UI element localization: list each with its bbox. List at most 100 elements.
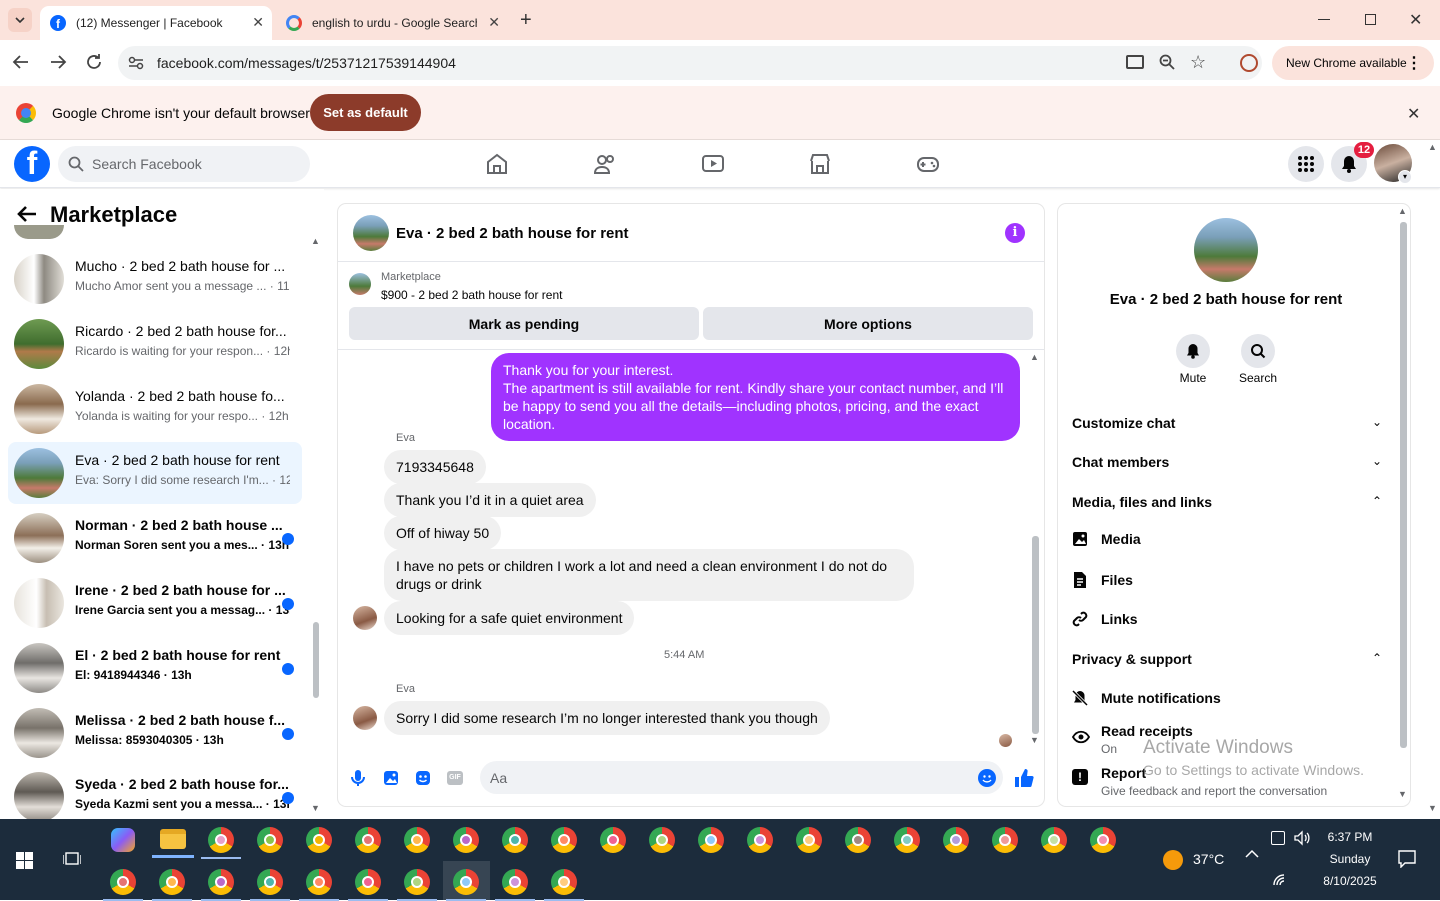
close-tab-icon[interactable]: ✕ — [252, 14, 264, 31]
received-message-bubble[interactable]: 7193345648 — [384, 450, 486, 484]
file-explorer-icon[interactable] — [160, 829, 186, 849]
right-scroll-down[interactable]: ▼ — [1398, 789, 1407, 799]
listing-description[interactable]: $900 - 2 bed 2 bath house for rent — [381, 288, 562, 302]
chat-header-avatar[interactable] — [353, 215, 389, 251]
tab-search-dropdown-icon[interactable] — [8, 8, 32, 32]
chrome-taskbar-icon[interactable] — [992, 827, 1018, 853]
wifi-icon[interactable] — [1272, 873, 1288, 887]
copilot-icon[interactable] — [111, 828, 135, 852]
search-facebook-input[interactable]: Search Facebook — [58, 146, 310, 182]
video-nav-icon[interactable] — [701, 152, 725, 176]
install-app-icon[interactable] — [1126, 55, 1144, 69]
scroll-up-arrow[interactable]: ▲ — [311, 236, 320, 246]
message-input[interactable]: Aa — [480, 761, 1003, 794]
scroll-down-arrow[interactable]: ▼ — [311, 803, 320, 813]
chrome-taskbar-icon[interactable] — [159, 869, 185, 895]
tab-messenger[interactable]: f (12) Messenger | Facebook ✕ — [40, 6, 272, 40]
chrome-taskbar-icon[interactable] — [404, 827, 430, 853]
right-scroll-up[interactable]: ▲ — [1398, 206, 1407, 216]
chrome-taskbar-icon[interactable] — [453, 869, 479, 895]
task-view-icon[interactable] — [63, 852, 81, 867]
chrome-taskbar-icon[interactable] — [208, 827, 234, 853]
media-item[interactable]: Media — [1072, 531, 1141, 547]
close-window-icon[interactable]: ✕ — [1409, 10, 1422, 30]
media-files-links-section[interactable]: Media, files and links — [1072, 494, 1212, 510]
chrome-taskbar-icon[interactable] — [551, 827, 577, 853]
received-message-bubble[interactable]: Thank you I’d it in a quiet area — [384, 483, 596, 517]
gif-icon[interactable]: GIF — [447, 771, 463, 785]
chrome-taskbar-icon[interactable] — [551, 869, 577, 895]
chrome-taskbar-icon[interactable] — [404, 869, 430, 895]
received-message-bubble[interactable]: Sorry I did some research I’m no longer … — [384, 701, 830, 735]
new-chrome-button[interactable]: New Chrome available ⋮ — [1272, 46, 1434, 80]
tray-chevron-up-icon[interactable] — [1245, 849, 1259, 859]
mute-notifications-item[interactable]: Mute notifications — [1072, 690, 1221, 706]
chat-scrollbar-thumb[interactable] — [1032, 536, 1039, 734]
chrome-taskbar-icon[interactable] — [502, 869, 528, 895]
list-item-selected[interactable]: Eva · 2 bed 2 bath house for rent Eva: S… — [8, 442, 302, 504]
conversation-info-icon[interactable]: i — [1005, 223, 1025, 243]
chat-scroll-down[interactable]: ▼ — [1030, 735, 1039, 745]
sticker-icon[interactable] — [415, 770, 431, 786]
chat-scroll-up[interactable]: ▲ — [1030, 352, 1039, 362]
chat-members-section[interactable]: Chat members — [1072, 454, 1169, 470]
sent-message-bubble[interactable]: Thank you for your interest. The apartme… — [491, 353, 1020, 441]
clock-day[interactable]: Sunday — [1300, 852, 1400, 866]
friends-nav-icon[interactable] — [593, 152, 617, 176]
voice-clip-icon[interactable] — [350, 769, 366, 787]
chevron-down-icon[interactable]: ⌄ — [1372, 454, 1382, 468]
chrome-taskbar-icon[interactable] — [355, 869, 381, 895]
new-tab-icon[interactable]: + — [520, 9, 532, 32]
chrome-taskbar-icon[interactable] — [600, 827, 626, 853]
list-item[interactable]: Ricardo · 2 bed 2 bath house for... Rica… — [8, 313, 302, 375]
mute-button[interactable] — [1176, 334, 1210, 368]
list-item[interactable]: Syeda · 2 bed 2 bath house for... Syeda … — [8, 766, 302, 819]
chrome-taskbar-icon[interactable] — [698, 827, 724, 853]
bookmark-star-icon[interactable]: ☆ — [1190, 52, 1206, 73]
received-message-bubble[interactable]: Off of hiway 50 — [384, 516, 502, 550]
back-icon[interactable] — [12, 53, 30, 71]
facebook-logo[interactable]: f — [14, 146, 50, 182]
emoji-icon[interactable] — [978, 769, 996, 787]
omnibox[interactable]: facebook.com/messages/t/2537121753914490… — [118, 46, 1262, 80]
chrome-taskbar-icon[interactable] — [649, 827, 675, 853]
list-item[interactable]: Mucho · 2 bed 2 bath house for ... Mucho… — [8, 248, 302, 310]
chrome-taskbar-icon[interactable] — [257, 869, 283, 895]
mark-as-pending-button[interactable]: Mark as pending — [349, 307, 699, 340]
page-scroll-down[interactable]: ▼ — [1428, 803, 1437, 813]
set-as-default-button[interactable]: Set as default — [310, 94, 421, 131]
chrome-taskbar-icon[interactable] — [453, 827, 479, 853]
left-scrollbar-thumb[interactable] — [313, 622, 319, 698]
received-message-bubble[interactable]: Looking for a safe quiet environment — [384, 601, 635, 635]
files-item[interactable]: Files — [1072, 571, 1133, 589]
details-avatar[interactable] — [1194, 218, 1258, 282]
forward-icon[interactable] — [49, 53, 67, 71]
privacy-support-section[interactable]: Privacy & support — [1072, 651, 1192, 667]
kebab-menu-icon[interactable]: ⋮ — [1406, 53, 1422, 73]
clock-time[interactable]: 6:37 PM — [1300, 830, 1400, 844]
chrome-taskbar-icon[interactable] — [747, 827, 773, 853]
chrome-taskbar-icon[interactable] — [1090, 827, 1116, 853]
site-settings-icon[interactable] — [128, 56, 144, 70]
received-message-bubble[interactable]: I have no pets or children I work a lot … — [384, 549, 914, 601]
tab-google[interactable]: english to urdu - Google Search ✕ — [276, 6, 508, 40]
chevron-down-icon[interactable]: ⌄ — [1372, 415, 1382, 429]
home-nav-icon[interactable] — [485, 152, 509, 176]
minimize-icon[interactable] — [1318, 19, 1330, 20]
close-infobar-icon[interactable]: ✕ — [1407, 104, 1420, 124]
back-arrow-icon[interactable] — [16, 205, 38, 223]
meet-now-icon[interactable] — [1271, 831, 1285, 845]
thumbs-up-icon[interactable] — [1014, 768, 1034, 788]
close-tab-icon[interactable]: ✕ — [488, 14, 500, 31]
list-item[interactable]: Norman · 2 bed 2 bath house ... Norman S… — [8, 507, 302, 569]
right-scrollbar-thumb[interactable] — [1400, 222, 1407, 748]
windows-start-icon[interactable] — [16, 852, 33, 869]
list-item[interactable]: Yolanda · 2 bed 2 bath house fo... Yolan… — [8, 378, 302, 440]
attach-image-icon[interactable] — [383, 770, 399, 786]
temperature-text[interactable]: 37°C — [1193, 851, 1224, 867]
customize-chat-section[interactable]: Customize chat — [1072, 415, 1175, 431]
page-scroll-up[interactable]: ▲ — [1428, 142, 1437, 152]
chrome-taskbar-icon[interactable] — [208, 869, 234, 895]
search-conversation-button[interactable] — [1241, 334, 1275, 368]
list-item[interactable]: El · 2 bed 2 bath house for rent El: 941… — [8, 637, 302, 699]
